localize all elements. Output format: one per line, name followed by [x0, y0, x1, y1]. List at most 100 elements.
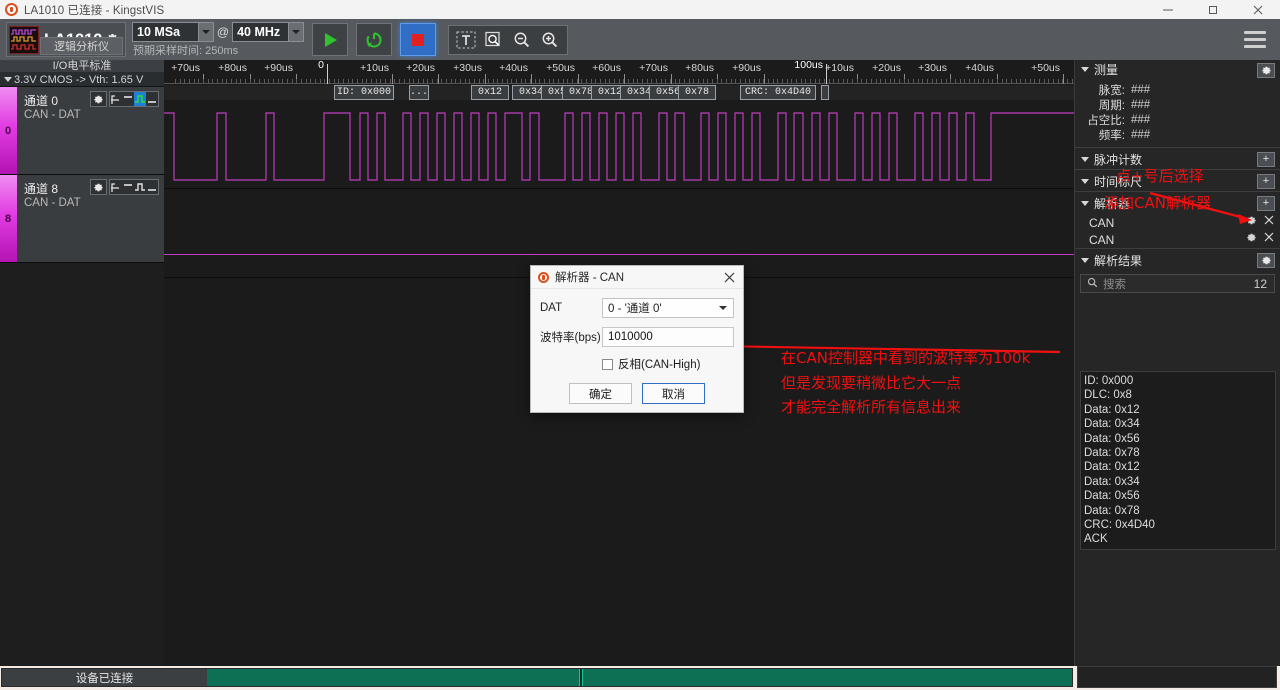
- sample-depth-value: 10 MSa: [137, 25, 181, 39]
- ruler-minor-tick: [763, 79, 765, 84]
- results-list[interactable]: ID: 0x000 DLC: 0x8 Data: 0x12 Data: 0x34 Dat…: [1080, 371, 1276, 550]
- ruler-minor-tick: [189, 79, 190, 84]
- gear-icon[interactable]: [90, 91, 107, 107]
- ruler-minor-tick: [922, 79, 924, 84]
- channel-row-0[interactable]: 0 通道 0 CAN - DAT: [0, 87, 164, 175]
- run-button[interactable]: [312, 23, 348, 56]
- trigger-high-icon[interactable]: [122, 180, 134, 194]
- result-row[interactable]: Data: 0x34: [1084, 475, 1275, 489]
- ruler-minor-tick: [464, 79, 466, 84]
- ok-button[interactable]: 确定: [569, 383, 632, 404]
- chevron-down-icon[interactable]: [197, 23, 213, 41]
- add-pulse-count-button[interactable]: +: [1257, 152, 1275, 167]
- channel-row-8[interactable]: 8 通道 8 CAN - DAT: [0, 175, 164, 263]
- text-select-icon[interactable]: [454, 28, 478, 52]
- zoom-fit-icon[interactable]: [482, 28, 506, 52]
- loop-button[interactable]: [356, 23, 392, 56]
- result-row[interactable]: Data: 0x12: [1084, 460, 1275, 474]
- channel-panel: I/O电平标准 3.3V CMOS -> Vth: 1.65 V 0 通道 0 …: [0, 60, 164, 666]
- gear-icon[interactable]: [1246, 232, 1257, 246]
- stop-button[interactable]: [400, 23, 436, 56]
- ruler-tick: [438, 74, 439, 84]
- ruler-minor-tick: [315, 79, 317, 84]
- edge-trigger-group[interactable]: [109, 91, 159, 107]
- chevron-down-icon[interactable]: [288, 23, 303, 41]
- io-level-value[interactable]: 3.3V CMOS -> Vth: 1.65 V: [0, 73, 164, 87]
- minimize-icon[interactable]: [1145, 0, 1190, 19]
- capture-progress-bar[interactable]: [207, 669, 1072, 686]
- sample-rate-combo[interactable]: 40 MHz: [232, 22, 304, 42]
- close-icon[interactable]: [1235, 0, 1280, 19]
- ruler-minor-tick: [240, 79, 242, 84]
- trigger-rising-falling-icon[interactable]: [110, 92, 122, 106]
- gear-icon[interactable]: [1257, 253, 1275, 268]
- decode-packet[interactable]: [821, 85, 829, 100]
- edge-trigger-group[interactable]: [109, 179, 159, 195]
- result-row[interactable]: CRC: 0x4D40: [1084, 518, 1275, 532]
- decoder-dialog[interactable]: 解析器 - CAN DAT 0 - '通道 0' 波特率(bps) 101000…: [530, 265, 744, 413]
- trigger-low-icon[interactable]: [146, 92, 158, 106]
- invert-checkbox-row[interactable]: 反相(CAN-High): [531, 356, 743, 372]
- ruler-minor-tick: [595, 79, 597, 84]
- status-text: 设备已连接: [75, 672, 134, 685]
- at-symbol: @: [216, 25, 230, 39]
- result-row[interactable]: ID: 0x000: [1084, 374, 1275, 388]
- result-row[interactable]: Data: 0x56: [1084, 432, 1275, 446]
- decoder-item-can-2[interactable]: CAN: [1075, 231, 1280, 248]
- sample-rate-value: 40 MHz: [237, 25, 281, 39]
- result-row[interactable]: ACK: [1084, 532, 1275, 546]
- cancel-button[interactable]: 取消: [642, 383, 705, 404]
- results-header[interactable]: 解析结果: [1075, 249, 1280, 271]
- gear-icon[interactable]: [1257, 63, 1275, 78]
- result-row[interactable]: Data: 0x78: [1084, 504, 1275, 518]
- hamburger-menu-icon[interactable]: [1244, 31, 1266, 48]
- ruler-minor-tick: [992, 79, 994, 84]
- trigger-rising-falling-icon[interactable]: [110, 180, 122, 194]
- trigger-low-icon[interactable]: [146, 180, 158, 194]
- ruler-minor-tick: [618, 79, 620, 84]
- close-icon[interactable]: [1264, 232, 1274, 246]
- ruler-minor-tick: [366, 79, 368, 84]
- side-panel: 测量 脉宽: ### 周期: ### 占空比: ### 频率: ### 脉冲计数…: [1074, 60, 1280, 666]
- ruler-minor-tick: [329, 79, 331, 84]
- trigger-both-edges-icon[interactable]: [134, 92, 146, 106]
- kingstvis-logo-icon: [5, 3, 18, 16]
- search-input[interactable]: 搜索 12: [1080, 274, 1275, 293]
- close-icon[interactable]: [1264, 215, 1274, 229]
- zoom-out-icon[interactable]: [510, 28, 534, 52]
- ruler-minor-tick: [1010, 79, 1012, 84]
- result-row[interactable]: Data: 0x12: [1084, 403, 1275, 417]
- add-time-marker-button[interactable]: +: [1257, 174, 1275, 189]
- decode-packet[interactable]: 0x12: [471, 85, 509, 100]
- sample-depth-combo[interactable]: 10 MSa: [132, 22, 214, 42]
- close-icon[interactable]: [715, 266, 743, 289]
- result-row[interactable]: Data: 0x34: [1084, 417, 1275, 431]
- result-row[interactable]: DLC: 0x8: [1084, 388, 1275, 402]
- baud-input[interactable]: 1010000: [602, 327, 734, 347]
- decoder-item-can-1[interactable]: CAN: [1075, 214, 1280, 231]
- decode-packet[interactable]: 0x78: [678, 85, 716, 100]
- result-row[interactable]: Data: 0x56: [1084, 489, 1275, 503]
- invert-checkbox[interactable]: [602, 358, 613, 370]
- ruler-label: +30us: [918, 62, 947, 74]
- trigger-high-icon[interactable]: [122, 92, 134, 106]
- add-decoder-button[interactable]: +: [1257, 196, 1275, 211]
- zoom-in-icon[interactable]: [538, 28, 562, 52]
- dat-select[interactable]: 0 - '通道 0': [602, 298, 734, 318]
- time-ruler[interactable]: +70us +80us +90us 0 +10us +20us +30us +40us +50u…: [164, 59, 1074, 84]
- waveform-channel-0[interactable]: [164, 101, 1074, 189]
- measure-header[interactable]: 测量: [1075, 60, 1280, 79]
- ruler-minor-tick: [856, 79, 858, 84]
- device-selector[interactable]: LA1010 逻辑分析仪: [6, 22, 126, 57]
- maximize-icon[interactable]: [1190, 0, 1235, 19]
- decode-packet[interactable]: CRC: 0x4D40: [740, 85, 816, 100]
- gear-icon[interactable]: [90, 179, 107, 195]
- invert-label: 反相(CAN-High): [618, 359, 701, 371]
- trigger-both-edges-icon[interactable]: [134, 180, 146, 194]
- decode-annotation-row[interactable]: ID: 0x000... 0x12 0x34 0x56 0x78 0x12 0x34 0x56…: [164, 85, 1074, 100]
- ruler-minor-tick: [548, 79, 550, 84]
- result-row[interactable]: Data: 0x78: [1084, 446, 1275, 460]
- gear-icon[interactable]: [1246, 215, 1257, 229]
- decode-packet[interactable]: ID: 0x000: [334, 85, 394, 100]
- decode-packet[interactable]: ...: [409, 85, 429, 100]
